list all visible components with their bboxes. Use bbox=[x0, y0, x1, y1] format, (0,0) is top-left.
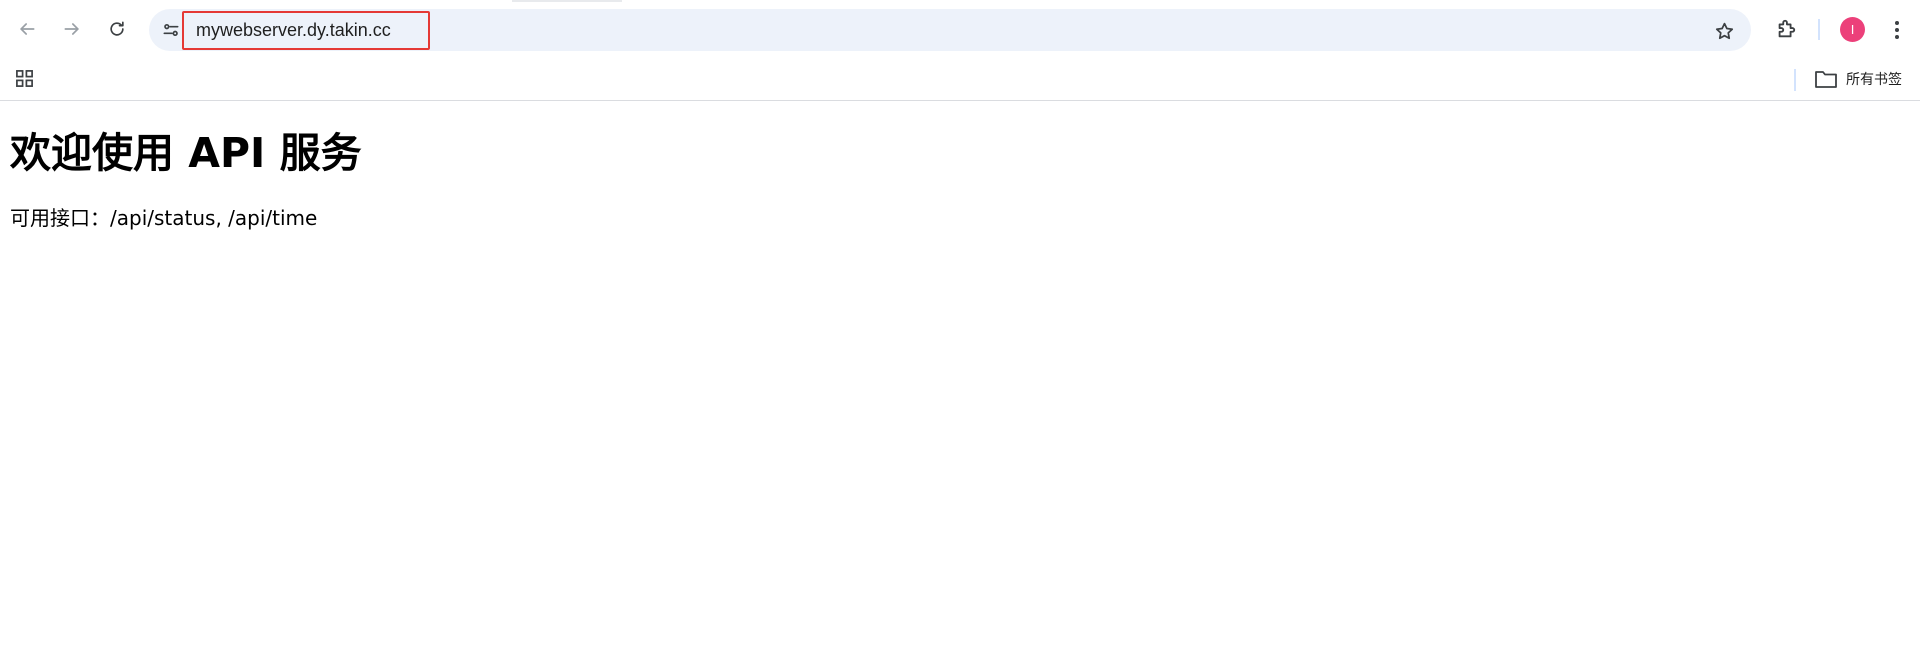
folder-icon bbox=[1815, 71, 1837, 88]
browser-chrome: mywebserver.dy.takin.cc I 所有书签 bbox=[0, 0, 1920, 101]
url-text[interactable]: mywebserver.dy.takin.cc bbox=[196, 20, 391, 41]
browser-menu-button[interactable] bbox=[1885, 17, 1909, 43]
site-info-button[interactable] bbox=[159, 18, 183, 42]
bookmarks-bar: 所有书签 bbox=[0, 59, 1920, 101]
back-button[interactable] bbox=[10, 12, 44, 46]
browser-toolbar: mywebserver.dy.takin.cc I bbox=[0, 0, 1920, 59]
reload-icon bbox=[110, 21, 124, 36]
bookmarks-divider bbox=[1794, 69, 1796, 91]
page-body-text: 可用接口：/api/status, /api/time bbox=[10, 206, 318, 231]
forward-button[interactable] bbox=[55, 12, 89, 46]
all-bookmarks-button[interactable]: 所有书签 bbox=[1814, 66, 1902, 92]
avatar-initial: I bbox=[1850, 22, 1855, 37]
page-title: 欢迎使用 API 服务 bbox=[10, 129, 362, 177]
reload-button[interactable] bbox=[100, 12, 134, 46]
apps-grid-icon bbox=[15, 69, 33, 87]
kebab-menu-icon bbox=[1895, 21, 1899, 39]
apps-button[interactable] bbox=[13, 67, 35, 89]
toolbar-divider bbox=[1818, 19, 1820, 40]
all-bookmarks-label: 所有书签 bbox=[1846, 72, 1902, 88]
arrow-right-icon bbox=[64, 23, 79, 35]
arrow-left-icon bbox=[20, 23, 35, 35]
extensions-button[interactable] bbox=[1771, 14, 1801, 44]
profile-avatar[interactable]: I bbox=[1840, 17, 1865, 42]
star-icon bbox=[1715, 22, 1733, 39]
tune-icon bbox=[163, 24, 179, 37]
url-highlight-box[interactable]: mywebserver.dy.takin.cc bbox=[182, 11, 430, 50]
bookmark-star-button[interactable] bbox=[1711, 18, 1737, 44]
address-bar[interactable]: mywebserver.dy.takin.cc bbox=[149, 9, 1751, 51]
puzzle-icon bbox=[1778, 19, 1796, 38]
page-content: 欢迎使用 API 服务 可用接口：/api/status, /api/time bbox=[0, 129, 1920, 231]
